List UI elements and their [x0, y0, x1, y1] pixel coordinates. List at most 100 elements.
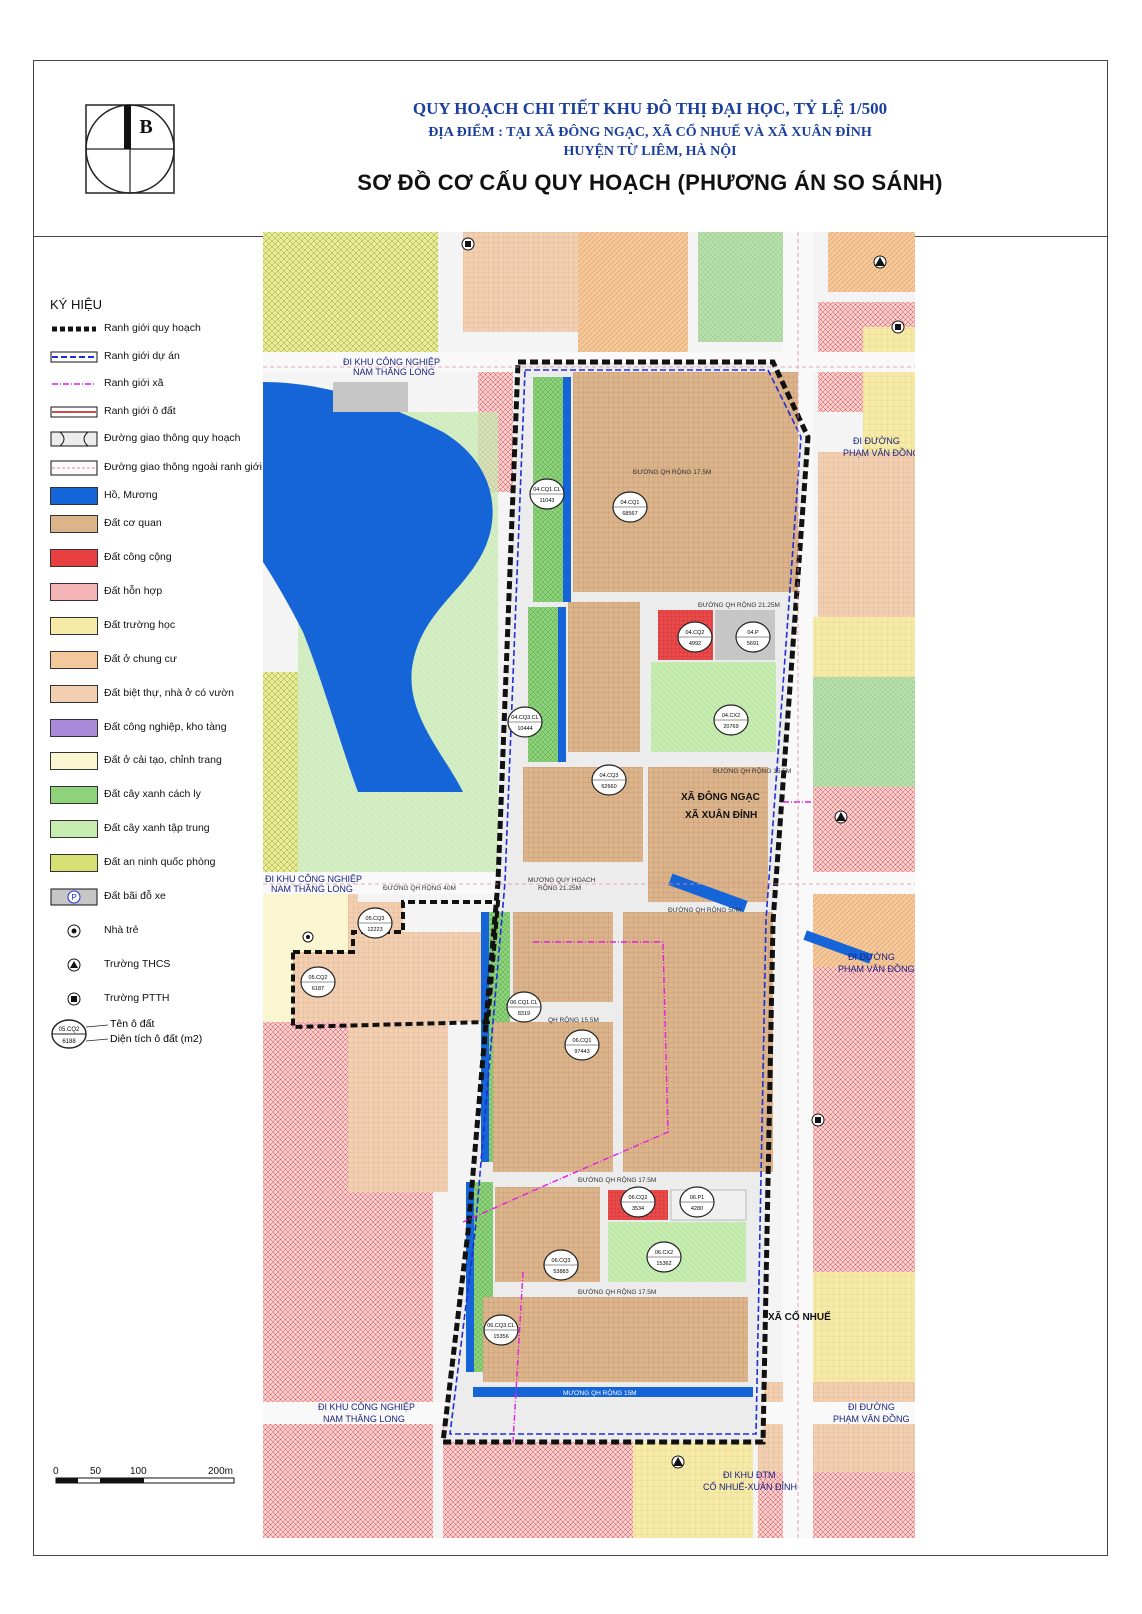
legend-label: Đường giao thông ngoài ranh giới — [104, 461, 262, 473]
label-canal-1: MƯƠNG QUY HOẠCH — [528, 877, 596, 884]
lot-area: 53883 — [553, 1269, 568, 1275]
lot-label-04-cq3-cl: 04.CQ3.CL 10444 — [507, 706, 543, 738]
road-planned-icon — [50, 430, 98, 448]
label-road-15-5: ĐƯỜNG QH RỘNG 15.5M — [713, 766, 791, 775]
label-to-pvd-north-1: ĐI ĐƯỜNG — [853, 436, 900, 446]
legend-item-parking: P Đất bãi đỗ xe — [50, 886, 260, 910]
legend-item-kindergarten: Nhà trẻ — [50, 920, 260, 944]
lot-label-06-cq1: 06.CQ1 97443 — [564, 1029, 600, 1061]
lot-label-06-cq3: 06.CQ3 53883 — [543, 1249, 579, 1281]
label-canal-15: MƯƠNG QH RỘNG 15M — [563, 1388, 637, 1397]
scale-bar — [55, 1477, 235, 1484]
label-to-industrial-mid-1: ĐI KHU CÔNG NGHIỆP — [265, 874, 362, 884]
legend-label: Hồ, Mương — [104, 489, 158, 501]
lot-area: 62660 — [601, 784, 616, 790]
lot-04-cx2 — [651, 662, 776, 752]
legend-label: Đất hỗn hợp — [104, 585, 163, 597]
parking-north — [333, 382, 408, 412]
canal-mid — [558, 607, 566, 762]
legend-label: Đường giao thông quy hoạch — [104, 432, 241, 444]
label-road-21-25: ĐƯỜNG QH RỘNG 21.25M — [698, 600, 780, 609]
legend-item-school-land: Đất trường học — [50, 615, 260, 639]
legend-label: Đất biệt thự, nhà ở có vườn — [104, 687, 234, 699]
context-block-e3 — [818, 452, 915, 622]
legend-item-green-buffer: Đất cây xanh cách ly — [50, 784, 260, 808]
legend-item-apartment-land: Đất ở chung cư — [50, 649, 260, 673]
lot-area: 15356 — [493, 1334, 508, 1340]
lot-04-cq3-a — [568, 602, 640, 752]
lot-label-04-p: 04.P 5691 — [735, 621, 771, 653]
legend-item-boundary-planning: Ranh giới quy hoạch — [50, 318, 260, 342]
label-to-industrial-north-2: NAM THĂNG LONG — [353, 367, 435, 377]
legend-item-boundary-commune: Ranh giới xã — [50, 373, 260, 397]
legend-item-secondary-school: Trường THCS — [50, 954, 260, 978]
label-to-pvd-north-2: PHẠM VĂN ĐỒNG — [843, 447, 915, 458]
context-block-e5 — [803, 677, 915, 787]
legend-item-green-park: Đất cây xanh tập trung — [50, 818, 260, 842]
lot-label-sample-icon: 05.CQ2 6188 — [51, 1019, 109, 1049]
scale-label-100: 100 — [130, 1466, 147, 1477]
lot-name: 06.CQ3.CL — [487, 1323, 515, 1329]
label-road-40: ĐƯỜNG QH RỘNG 40M — [383, 883, 456, 892]
lot-name: 05.CQ2 — [309, 975, 328, 981]
legend-label: Đất cây xanh tập trung — [104, 822, 210, 834]
legend-label: Đất an ninh quốc phòng — [104, 856, 216, 868]
scale-label-0: 0 — [53, 1466, 59, 1477]
legend-label: Trường THCS — [104, 958, 171, 970]
lot-label-06-cq2: 06.CQ2 3534 — [620, 1186, 656, 1218]
lot-area: 11043 — [540, 498, 555, 504]
label-to-industrial-north-1: ĐI KHU CÔNG NGHIỆP — [343, 357, 440, 367]
legend-label: Ranh giới dự án — [104, 350, 180, 362]
canal-north — [563, 377, 571, 602]
label-to-pvd-south-1: ĐI ĐƯỜNG — [848, 1402, 895, 1412]
lot-name: 04.P — [747, 630, 759, 636]
legend-item-mixed-land: Đất hỗn hợp — [50, 581, 260, 605]
road-outside-icon — [50, 459, 98, 477]
lot-area: 68567 — [622, 511, 637, 517]
legend-label: Ranh giới ô đất — [104, 405, 176, 417]
lot-name: 04.CQ3.CL — [511, 715, 539, 721]
legend-item-road-outside: Đường giao thông ngoài ranh giới — [50, 457, 262, 481]
lot-area: 5691 — [747, 641, 759, 647]
lot-label-04-cq2: 04.CQ2 4992 — [677, 621, 713, 653]
lot-name-label: Tên ô đất — [110, 1018, 155, 1030]
svg-text:P: P — [71, 893, 76, 902]
legend-label: Đất công cộng — [104, 551, 172, 563]
lot-name: 06.CQ2 — [629, 1195, 648, 1201]
legend-label: Đất công nghiệp, kho tàng — [104, 721, 227, 733]
lot-name: 06.CQ1 — [573, 1038, 592, 1044]
boundary-project-icon — [50, 348, 98, 366]
legend-item-agency-land: Đất cơ quan — [50, 513, 260, 537]
boundary-planning-icon — [50, 320, 98, 338]
label-commune-dong-ngac: XÃ ĐÔNG NGẠC — [681, 790, 760, 803]
legend-item-industrial-land: Đất công nghiệp, kho tàng — [50, 717, 260, 741]
villa-land-icon — [50, 685, 98, 703]
lot-label-04-cq3: 04.CQ3 62660 — [591, 764, 627, 796]
label-canal-2: RỘNG 21.25M — [538, 883, 581, 892]
lot-name: 04.CQ2 — [686, 630, 705, 636]
label-commune-xuan-dinh: XÃ XUÂN ĐỈNH — [685, 808, 757, 821]
lot-area: 12223 — [367, 927, 382, 933]
kindergarten-icon — [50, 922, 98, 940]
legend-label: Đất ở chung cư — [104, 653, 177, 665]
boundary-commune-icon — [50, 375, 98, 393]
agency-land-icon — [50, 515, 98, 533]
lot-label-04-cq1-cl: 04.CQ1.CL 11043 — [529, 478, 565, 510]
industrial-land-icon — [50, 719, 98, 737]
context-block-w2 — [348, 1022, 448, 1192]
lot-area: 97443 — [574, 1049, 589, 1055]
lot-sample-area: 6188 — [62, 1039, 76, 1045]
lot-label-05-cq2: 05.CQ2 6187 — [300, 966, 336, 998]
lot-name: 04.CX2 — [722, 713, 740, 719]
lot-name: 06.P1 — [690, 1195, 704, 1201]
lot-area: 15362 — [656, 1261, 671, 1267]
label-commune-co-nhue: XÃ CỔ NHUẾ — [768, 1310, 831, 1323]
legend-label: Đất ở cải tạo, chỉnh trang — [104, 754, 222, 766]
legend-title: KÝ HIỆU — [50, 297, 103, 312]
context-block-e4 — [803, 617, 915, 677]
mixed-land-icon — [50, 583, 98, 601]
lot-04-cq3-c — [648, 767, 768, 902]
context-block-n1 — [463, 232, 583, 332]
location-line: ĐỊA ĐIỂM : TẠI XÃ ĐÔNG NGẠC, XÃ CỔ NHUẾ … — [428, 125, 872, 140]
label-qh-15-5: QH RỘNG 15.5M — [548, 1015, 599, 1024]
